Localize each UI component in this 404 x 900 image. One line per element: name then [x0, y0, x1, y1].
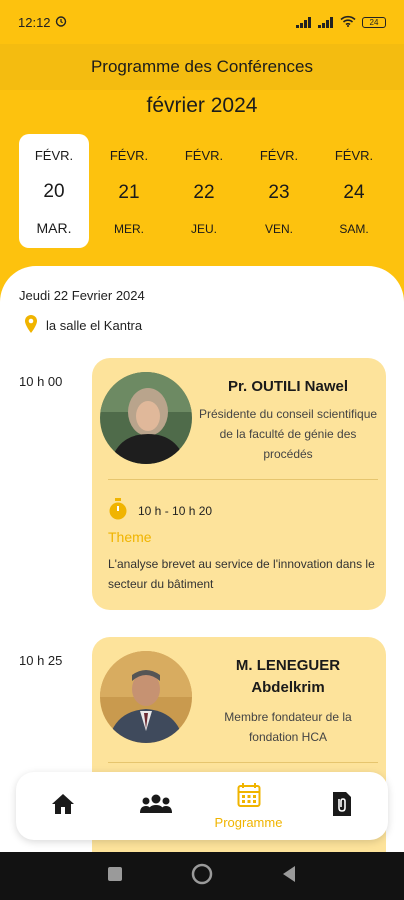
wifi-icon: [340, 15, 356, 30]
card-divider: [108, 479, 378, 480]
alarm-icon: [55, 15, 67, 30]
speaker-name-line2: Abdelkrim: [251, 679, 325, 696]
date-weekday: VEN.: [264, 222, 293, 236]
back-button[interactable]: [281, 865, 297, 888]
location-pin-icon: [24, 314, 38, 337]
nav-programme[interactable]: Programme: [209, 776, 289, 836]
calendar-icon: [237, 782, 261, 813]
date-month: FÉVR.: [109, 148, 149, 163]
people-icon: [139, 793, 172, 820]
time-slot-label: 10 h - 10 h 20: [138, 503, 213, 518]
nav-documents[interactable]: [302, 776, 382, 836]
speaker-role: Membre fondateur de la fondation HCA: [224, 710, 352, 744]
speaker-avatar: [100, 372, 192, 464]
date-weekday: SAM.: [339, 222, 369, 236]
month-label: février 2024: [146, 94, 258, 117]
theme-label: Theme: [108, 529, 152, 545]
bottom-nav: Programme: [16, 772, 388, 840]
nav-home[interactable]: [23, 776, 103, 836]
app-bar: Programme des Conférences: [0, 44, 404, 90]
time-slot: 10 h - 10 h 20: [108, 498, 212, 523]
location-label: la salle el Kantra: [46, 318, 143, 333]
recents-button[interactable]: [107, 866, 123, 887]
system-nav-bar: [0, 852, 404, 900]
date-item-0[interactable]: FÉVR. 20 MAR.: [19, 134, 89, 248]
date-item-3[interactable]: FÉVR. 23 VEN.: [244, 134, 314, 248]
stopwatch-icon: [108, 498, 128, 523]
day-title: Jeudi 22 Fevrier 2024: [19, 288, 145, 303]
date-item-2[interactable]: FÉVR. 22 JEU.: [169, 134, 239, 248]
date-weekday: MER.: [114, 222, 144, 236]
speaker-name: Pr. OUTILI Nawel: [227, 378, 349, 395]
date-day: 24: [343, 181, 365, 203]
nav-programme-label: Programme: [214, 815, 283, 830]
date-month: FÉVR.: [259, 148, 299, 163]
speaker-avatar: [100, 651, 192, 743]
page-title: Programme des Conférences: [90, 57, 314, 76]
date-item-1[interactable]: FÉVR. 21 MER.: [94, 134, 164, 248]
document-icon: [331, 791, 353, 822]
date-day: 23: [268, 181, 290, 203]
status-time: 12:12: [18, 14, 51, 30]
signal-icon: [296, 16, 312, 28]
date-month: FÉVR.: [184, 148, 224, 163]
home-icon: [51, 792, 75, 821]
date-day: 21: [118, 181, 140, 203]
battery-icon: 24: [362, 16, 386, 28]
date-month: FÉVR.: [34, 148, 74, 163]
date-day: 20: [43, 180, 65, 202]
app-screen: 12:12 24 Programme des Conférences févri…: [0, 0, 404, 852]
speaker-role: Présidente du conseil scientifique de la…: [198, 407, 378, 461]
session-start-time: 10 h 25: [19, 653, 63, 668]
signal-icon-2: [318, 16, 334, 28]
home-button[interactable]: [191, 863, 213, 890]
nav-speakers[interactable]: [116, 776, 196, 836]
date-weekday: JEU.: [190, 222, 217, 236]
schedule-sheet[interactable]: Jeudi 22 Fevrier 2024 la salle el Kantra…: [0, 266, 404, 852]
date-day: 22: [193, 181, 215, 203]
theme-text: L'analyse brevet au service de l'innovat…: [108, 557, 375, 591]
session-card[interactable]: Pr. OUTILI Nawel Présidente du conseil s…: [92, 358, 386, 610]
location-row: la salle el Kantra: [24, 314, 142, 337]
date-item-4[interactable]: FÉVR. 24 SAM.: [319, 134, 389, 248]
date-selector: FÉVR. 20 MAR. FÉVR. 21 MER. FÉVR. 22 JEU…: [19, 134, 389, 248]
speaker-name-line1: M. LENEGUER: [235, 657, 341, 674]
date-month: FÉVR.: [334, 148, 374, 163]
session-start-time: 10 h 00: [19, 374, 63, 389]
date-weekday: MAR.: [36, 220, 72, 236]
card-divider: [108, 762, 378, 763]
status-bar: 12:12 24: [0, 0, 404, 44]
